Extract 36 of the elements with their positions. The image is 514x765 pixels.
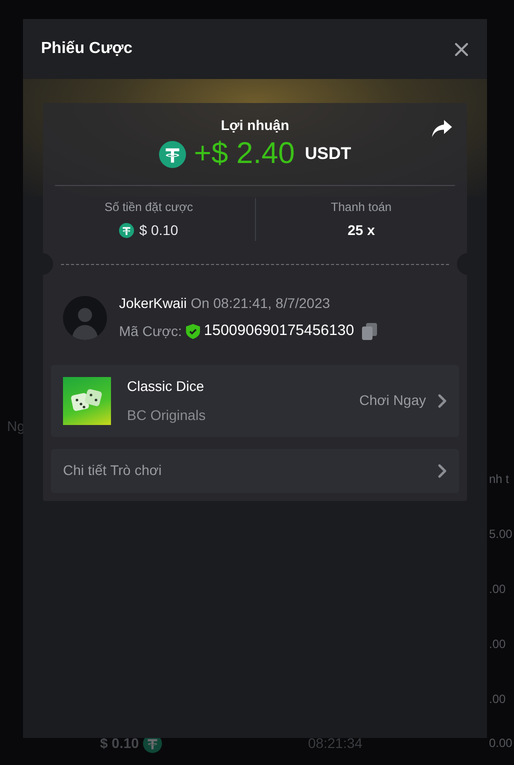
share-button[interactable] bbox=[431, 119, 453, 139]
username: JokerKwaii bbox=[119, 294, 187, 313]
stat-value: 25 x bbox=[348, 221, 375, 240]
stat-label: Số tiền đặt cược bbox=[104, 199, 194, 216]
stat-value: $ 0.10 bbox=[139, 221, 178, 240]
close-icon bbox=[454, 42, 468, 56]
tether-coin-icon bbox=[158, 140, 186, 168]
background-text: .00 bbox=[489, 691, 507, 708]
background-text: 5.00 bbox=[489, 526, 514, 543]
bet-time: On 08:21:41, 8/7/2023 bbox=[190, 294, 330, 313]
copy-icon bbox=[362, 322, 378, 340]
tether-coin-icon bbox=[119, 223, 134, 238]
background-text: .00 bbox=[489, 581, 507, 598]
profit-currency: USDT bbox=[304, 143, 352, 166]
game-row[interactable]: Classic Dice BC Originals Chơi Ngay bbox=[51, 364, 459, 436]
game-details-label: Chi tiết Trò chơi bbox=[63, 461, 162, 480]
modal-title: Phiếu Cược bbox=[41, 39, 132, 59]
close-button[interactable] bbox=[453, 41, 469, 57]
background-amount: $ 0.10 bbox=[100, 734, 139, 752]
dice-icon bbox=[70, 388, 104, 414]
background-text: nh t bbox=[489, 471, 510, 488]
copy-button[interactable] bbox=[362, 322, 378, 340]
stat-label: Thanh toán bbox=[330, 199, 392, 216]
bet-id: 150090690175456130 bbox=[204, 321, 354, 341]
chevron-right-icon bbox=[438, 394, 447, 408]
background-text: .00 bbox=[489, 636, 507, 653]
game-details-row[interactable]: Chi tiết Trò chơi bbox=[51, 448, 459, 492]
share-icon bbox=[431, 119, 453, 139]
bet-id-label: Mã Cược: bbox=[119, 322, 182, 341]
game-name: Classic Dice bbox=[127, 376, 206, 396]
profit-amount: +$ 2.40 bbox=[194, 137, 295, 171]
chevron-right-icon bbox=[438, 464, 447, 478]
play-now-link[interactable]: Chơi Ngay bbox=[359, 390, 426, 411]
game-provider: BC Originals bbox=[127, 406, 207, 425]
background-text: 0.00 bbox=[489, 735, 514, 752]
profit-label: Lợi nhuận bbox=[220, 116, 290, 135]
